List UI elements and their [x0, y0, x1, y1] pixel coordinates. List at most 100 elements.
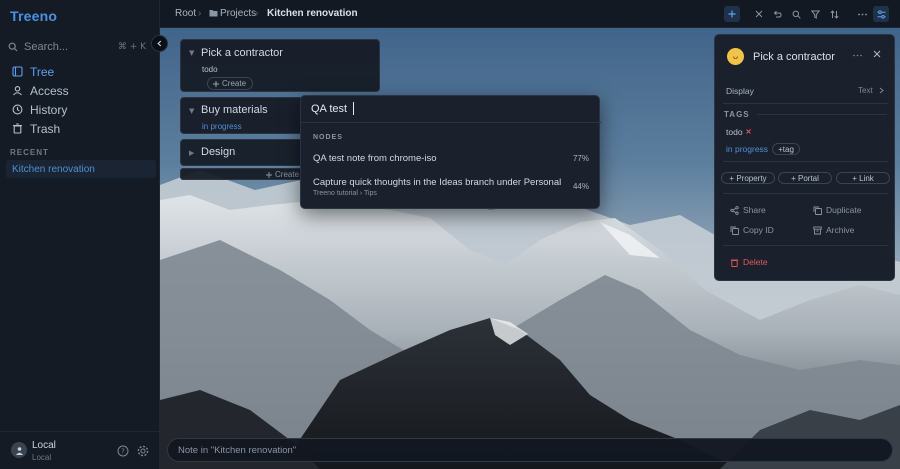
palette-result[interactable]: QA test note from chrome-iso 77%	[301, 148, 601, 170]
sidebar-item-label: Trash	[30, 121, 61, 136]
result-title: Capture quick thoughts in the Ideas bran…	[313, 177, 561, 188]
display-label: Display	[726, 86, 754, 96]
breadcrumb-projects[interactable]: Projects	[220, 8, 256, 19]
scissors-icon	[755, 10, 763, 18]
archive-button[interactable]: Archive	[813, 225, 854, 235]
chevron-right-icon[interactable]: ▶	[189, 149, 194, 157]
panel-toggle-button[interactable]	[873, 6, 889, 22]
search-shortcut: ⌘ + K	[117, 42, 146, 52]
add-tag-button[interactable]: +tag	[772, 143, 800, 155]
recent-item[interactable]: Kitchen renovation	[6, 160, 156, 178]
display-value[interactable]: Text	[858, 86, 873, 95]
sort-button[interactable]	[826, 6, 842, 22]
divider	[723, 245, 888, 246]
add-portal-button[interactable]: + Portal	[778, 172, 832, 184]
user-icon	[15, 446, 23, 455]
breadcrumb-current[interactable]: Kitchen renovation	[267, 8, 358, 19]
chevron-down-icon[interactable]: ▼	[189, 49, 194, 57]
create-child-button[interactable]: Create	[207, 77, 254, 90]
tags-header: TAGS	[724, 110, 750, 119]
emoji-icon[interactable]: ᴗ	[727, 48, 744, 65]
sidebar-item-label: Access	[30, 83, 69, 98]
recent-header: RECENT	[10, 148, 49, 157]
divider	[723, 103, 888, 104]
divider	[301, 122, 601, 123]
chevron-left-icon	[157, 40, 162, 47]
breadcrumb-root[interactable]: Root	[175, 8, 196, 19]
filter-button[interactable]	[807, 6, 823, 22]
add-node-button[interactable]	[724, 6, 740, 22]
copy-id-label: Copy ID	[743, 225, 774, 235]
sidebar-item-history[interactable]: History	[0, 100, 160, 119]
share-button[interactable]: Share	[730, 205, 766, 215]
more-button[interactable]	[854, 6, 870, 22]
command-palette: QA test NODES QA test note from chrome-i…	[300, 95, 601, 209]
copy-id-button[interactable]: Copy ID	[730, 225, 774, 235]
search-button[interactable]	[788, 6, 804, 22]
undo-button[interactable]	[769, 6, 785, 22]
add-property-button[interactable]: + Property	[721, 172, 775, 184]
node-title[interactable]: Pick a contractor	[201, 47, 283, 59]
share-icon	[730, 205, 739, 215]
search-icon	[792, 10, 801, 19]
result-score: 44%	[572, 182, 589, 191]
divider	[723, 161, 888, 162]
panel-title[interactable]: Pick a contractor	[753, 51, 835, 63]
chevron-down-icon[interactable]: ▼	[189, 107, 194, 115]
close-icon[interactable]	[873, 50, 881, 58]
tag-link[interactable]: in progress	[726, 144, 768, 154]
node-title[interactable]: Design	[201, 146, 235, 158]
collapse-sidebar-button[interactable]	[151, 35, 168, 52]
search-icon	[8, 42, 18, 52]
node-tag[interactable]: todo	[202, 65, 218, 74]
app-logo[interactable]: Treeno	[10, 8, 57, 24]
chevron-right-icon[interactable]	[879, 87, 884, 94]
close-icon[interactable]	[746, 129, 751, 134]
sidebar-nav: Tree Access History Trash	[0, 62, 160, 138]
clock-icon	[12, 104, 23, 115]
sidebar-item-label: Tree	[30, 64, 55, 79]
plus-icon	[728, 10, 736, 18]
sliders-icon	[877, 9, 885, 19]
user-icon	[13, 86, 22, 96]
cut-button[interactable]	[751, 6, 767, 22]
search-button[interactable]: Search... ⌘ + K	[8, 38, 146, 56]
sidebar-item-trash[interactable]: Trash	[0, 119, 160, 138]
palette-section-header: NODES	[313, 134, 343, 141]
sidebar-item-tree[interactable]: Tree	[0, 62, 160, 81]
gear-icon[interactable]	[137, 445, 149, 457]
sort-icon	[829, 9, 839, 19]
copy-icon	[730, 226, 739, 235]
copy-icon	[813, 206, 822, 215]
create-label: Create	[222, 79, 247, 88]
result-score: 77%	[572, 154, 589, 163]
top-bar: Root › Projects › Kitchen renovation	[160, 0, 900, 28]
node-details-panel: ᴗ Pick a contractor Display Text TAGS to…	[714, 34, 895, 281]
duplicate-button[interactable]: Duplicate	[813, 205, 861, 215]
undo-icon	[773, 10, 782, 18]
node-card[interactable]: ▼ Pick a contractor todo Create	[180, 39, 380, 92]
palette-result[interactable]: Capture quick thoughts in the Ideas bran…	[301, 172, 601, 202]
delete-button[interactable]: Delete	[730, 257, 768, 267]
tag-chip[interactable]: todo	[726, 127, 743, 137]
node-tag[interactable]: in progress	[202, 122, 242, 131]
filter-icon	[810, 10, 820, 19]
folder-icon	[209, 10, 218, 17]
palette-search-input[interactable]: QA test	[311, 103, 347, 115]
add-link-button[interactable]: + Link	[836, 172, 890, 184]
node-title[interactable]: Buy materials	[201, 104, 268, 116]
sidebar-item-access[interactable]: Access	[0, 81, 160, 100]
tree-icon	[12, 66, 23, 77]
note-input[interactable]	[178, 443, 778, 458]
user-name: Local	[32, 440, 56, 451]
plus-icon	[266, 172, 272, 178]
help-icon[interactable]: ?	[117, 445, 129, 457]
avatar[interactable]	[11, 442, 27, 458]
more-icon	[857, 13, 867, 15]
more-icon[interactable]	[853, 54, 862, 57]
breadcrumb-separator: ›	[255, 8, 259, 19]
delete-label: Delete	[743, 257, 768, 267]
share-label: Share	[743, 205, 766, 215]
trash-icon	[730, 259, 739, 267]
divider	[723, 193, 888, 194]
